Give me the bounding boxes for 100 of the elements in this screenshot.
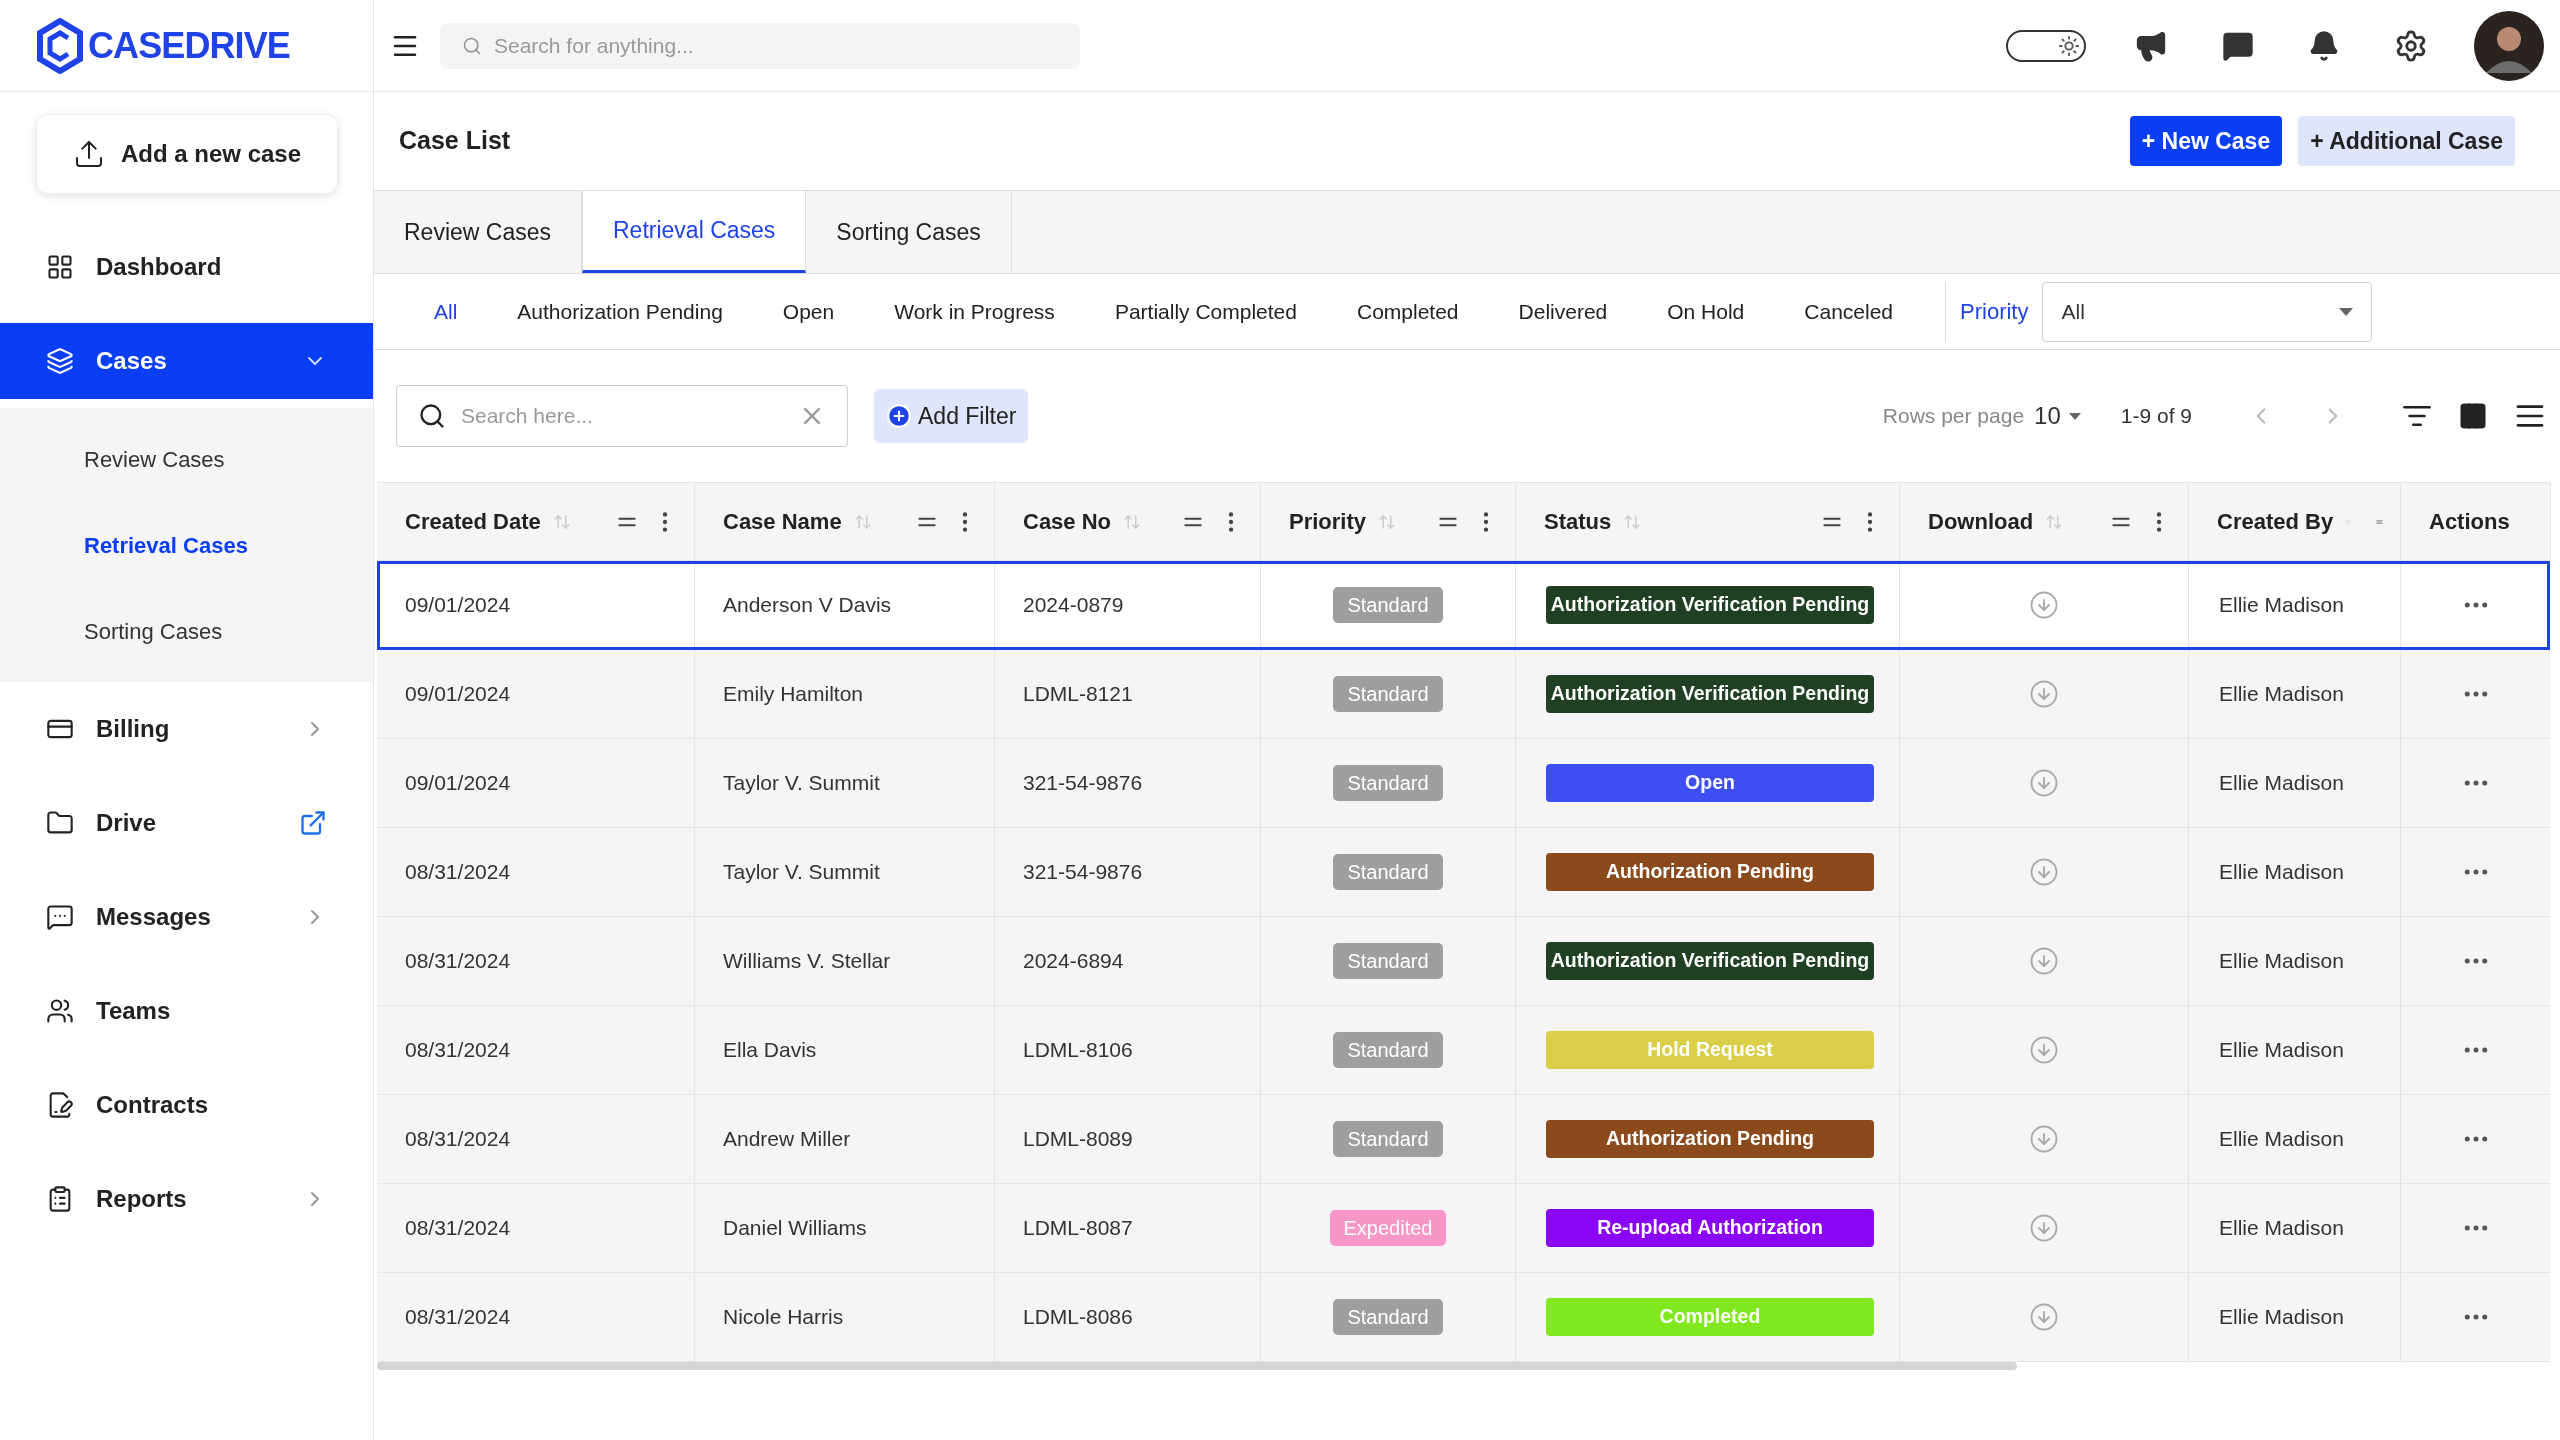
sidebar-item[interactable]: Messages [0, 879, 373, 955]
table-row[interactable]: 08/31/2024 Williams V. Stellar 2024-6894 Standard Authorization Verification Pending Ellie Madison [377, 917, 2550, 1006]
case-number-cell-text: LDML-8106 [1023, 1037, 1133, 1064]
date-cell-text: 08/31/2024 [405, 948, 511, 975]
submenu-item[interactable]: Retrieval Cases [0, 502, 373, 588]
caret-icon [2068, 412, 2081, 420]
case-name-cell-text: Daniel Williams [723, 1215, 867, 1242]
column-header[interactable]: Actions [2429, 505, 2510, 538]
new-case-button[interactable]: + New Case [2129, 116, 2283, 166]
priority-badge: Standard [1333, 765, 1443, 801]
status-filter[interactable]: All [404, 295, 488, 328]
status-badge: Open [1546, 764, 1874, 802]
sun-icon [2058, 34, 2080, 57]
date-cell-text: 09/01/2024 [405, 592, 511, 619]
column-header[interactable]: Status [1544, 505, 1612, 538]
avatar[interactable] [2474, 10, 2544, 81]
sidebar-item[interactable]: Billing [0, 691, 373, 767]
rows-per-page-label: Rows per page [1882, 403, 2025, 430]
priority-filter-label: Priority [1959, 298, 2030, 326]
date-cell-text: 08/31/2024 [405, 1304, 511, 1331]
status-badge: Completed [1546, 1298, 1874, 1336]
created-by-cell-text: Ellie Madison [2219, 1037, 2344, 1064]
caret-icon [2339, 307, 2354, 316]
additional-case-button[interactable]: + Additional Case [2298, 116, 2515, 166]
status-badge: Re-upload Authorization [1546, 1209, 1874, 1247]
add-filter-button[interactable]: Add Filter [874, 389, 1029, 443]
column-header[interactable]: Download [1928, 505, 2034, 538]
case-number-cell-text: LDML-8087 [1023, 1215, 1133, 1242]
horizontal-scrollbar[interactable] [377, 1362, 2017, 1370]
tab[interactable]: Retrieval Cases [582, 191, 807, 273]
sidebar-item[interactable]: Cases [0, 323, 373, 399]
case-name-cell-text: Ella Davis [723, 1037, 817, 1064]
column-header[interactable]: Case Name [723, 505, 842, 538]
bell-icon[interactable] [2308, 29, 2340, 62]
table-row[interactable]: 09/01/2024 Taylor V. Summit 321-54-9876 Standard Open Ellie Madison [377, 739, 2550, 828]
logo-icon [36, 17, 84, 74]
table-row[interactable]: 08/31/2024 Taylor V. Summit 321-54-9876 Standard Authorization Pending Ellie Madison [377, 828, 2550, 917]
date-cell-text: 09/01/2024 [405, 770, 511, 797]
table-search-field[interactable]: Search here... [396, 385, 848, 447]
table-row[interactable]: 08/31/2024 Andrew Miller LDML-8089 Standard Authorization Pending Ellie Madison [377, 1095, 2550, 1184]
column-header[interactable]: Case No [1023, 505, 1112, 538]
priority-badge: Standard [1333, 943, 1443, 979]
table-row[interactable]: 09/01/2024 Emily Hamilton LDML-8121 Standard Authorization Verification Pending Ellie Madison [377, 650, 2550, 739]
priority-badge: Standard [1333, 1299, 1443, 1335]
case-name-cell-text: Andrew Miller [723, 1126, 851, 1153]
table-row[interactable]: 08/31/2024 Ella Davis LDML-8106 Standard Hold Request Ellie Madison [377, 1006, 2550, 1095]
tab[interactable]: Sorting Cases [806, 191, 1012, 273]
rows-per-page-select[interactable]: 10 [2034, 398, 2081, 434]
case-number-cell-text: 2024-0879 [1023, 592, 1124, 619]
created-by-cell-text: Ellie Madison [2219, 592, 2344, 619]
status-filter[interactable]: Partially Completed [1084, 295, 1327, 328]
external-link-icon[interactable] [299, 809, 327, 837]
users-icon [46, 997, 74, 1025]
status-filter[interactable]: Completed [1326, 295, 1489, 328]
status-filter[interactable]: Open [752, 295, 865, 328]
page-range: 1-9 of 9 [2120, 403, 2192, 430]
add-case-button[interactable]: Add a new case [36, 114, 338, 194]
status-filter[interactable]: Delivered [1488, 295, 1638, 328]
column-header[interactable]: Created By [2217, 505, 2334, 538]
case-number-cell-text: LDML-8089 [1023, 1126, 1133, 1153]
created-by-cell-text: Ellie Madison [2219, 859, 2344, 886]
table-row[interactable]: 08/31/2024 Nicole Harris LDML-8086 Standard Completed Ellie Madison [377, 1273, 2550, 1362]
column-header[interactable]: Priority [1289, 505, 1367, 538]
layers-icon [46, 347, 74, 375]
chat-icon [46, 903, 74, 931]
submenu-item[interactable]: Review Cases [0, 416, 373, 502]
sidebar-item[interactable]: Dashboard [0, 229, 373, 305]
table-row[interactable]: 08/31/2024 Daniel Williams LDML-8087 Expedited Re-upload Authorization Ellie Madison [377, 1184, 2550, 1273]
status-badge: Authorization Verification Pending [1546, 586, 1874, 624]
sidebar-item[interactable]: Contracts [0, 1067, 373, 1143]
status-filter[interactable]: Canceled [1774, 295, 1924, 328]
settings-icon[interactable] [2394, 28, 2428, 63]
status-filter[interactable]: Authorization Pending [487, 295, 753, 328]
case-name-cell-text: Williams V. Stellar [723, 948, 891, 975]
submenu-item[interactable]: Sorting Cases [0, 588, 373, 674]
search-icon [462, 35, 482, 56]
priority-badge: Standard [1333, 1032, 1443, 1068]
status-filter[interactable]: On Hold [1637, 295, 1775, 328]
created-by-cell-text: Ellie Madison [2219, 1215, 2344, 1242]
priority-select[interactable]: All [2042, 281, 2373, 342]
column-header[interactable]: Created Date [405, 505, 541, 538]
priority-badge: Standard [1333, 587, 1443, 623]
status-filter[interactable]: Work in Progress [864, 295, 1085, 328]
case-number-cell-text: 321-54-9876 [1023, 770, 1143, 797]
priority-badge: Expedited [1329, 1210, 1447, 1246]
status-badge: Authorization Verification Pending [1546, 942, 1874, 980]
date-cell-text: 09/01/2024 [405, 681, 511, 708]
theme-toggle[interactable] [2006, 29, 2086, 62]
sidebar-item[interactable]: Drive [0, 785, 373, 861]
case-name-cell-text: Nicole Harris [723, 1304, 844, 1331]
priority-badge: Standard [1333, 1121, 1443, 1157]
case-name-cell-text: Taylor V. Summit [723, 859, 880, 886]
date-cell-text: 08/31/2024 [405, 1215, 511, 1242]
table-row[interactable]: 09/01/2024 Anderson V Davis 2024-0879 Standard Authorization Verification Pending Ellie Madison [377, 561, 2550, 650]
case-name-cell-text: Emily Hamilton [723, 681, 864, 708]
grid-icon [46, 253, 74, 281]
sidebar-item[interactable]: Reports [0, 1161, 373, 1237]
sidebar-item[interactable]: Teams [0, 973, 373, 1049]
created-by-cell-text: Ellie Madison [2219, 681, 2344, 708]
global-search-field[interactable]: Search for anything... [440, 22, 1080, 69]
